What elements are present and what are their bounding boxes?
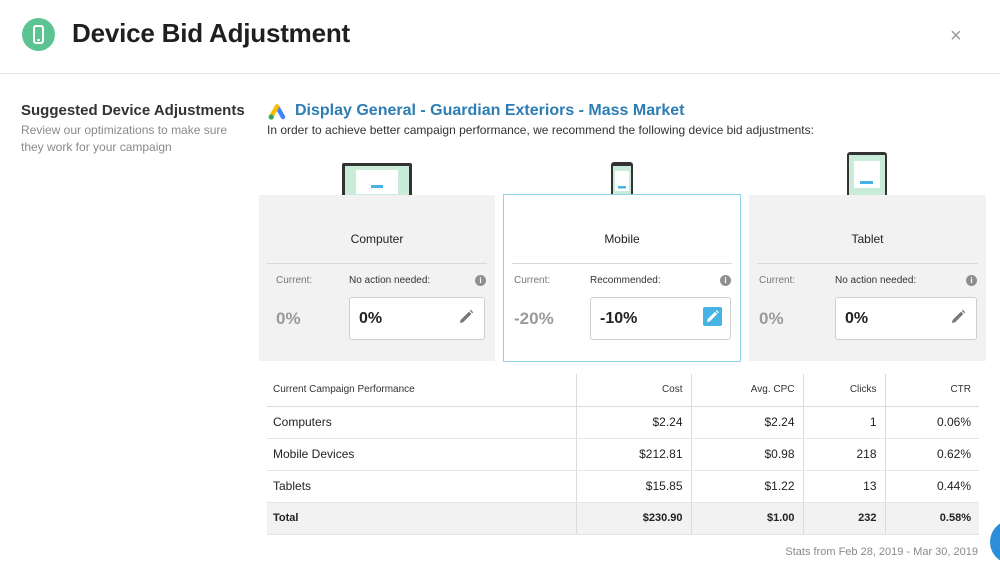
performance-table: Current Campaign Performance Cost Avg. C…: [267, 374, 979, 535]
current-value: 0%: [759, 309, 784, 328]
current-label: Current:: [514, 275, 551, 286]
table-row: Mobile Devices $212.81 $0.98 218 0.62%: [267, 438, 979, 471]
column-header: CTR: [884, 374, 979, 407]
table-cell: 0.58%: [884, 502, 979, 535]
card-divider: [512, 263, 732, 264]
table-cell: $0.98: [690, 438, 803, 471]
bid-adjustment-input[interactable]: 0%: [349, 297, 485, 340]
google-ads-icon: [268, 104, 286, 120]
section-description: Review our optimizations to make sure th…: [21, 123, 228, 154]
bid-value: 0%: [845, 310, 869, 327]
pencil-icon[interactable]: [703, 307, 722, 326]
action-label: Recommended:: [590, 275, 661, 286]
column-header: Clicks: [802, 374, 885, 407]
device-name: Computer: [350, 232, 404, 246]
table-row: Tablets $15.85 $1.22 13 0.44%: [267, 470, 979, 503]
current-label: Current:: [276, 275, 313, 286]
table-cell: $2.24: [690, 406, 803, 439]
stats-date-range: Stats from Feb 28, 2019 - Mar 30, 2019: [785, 546, 978, 558]
device-name: Mobile: [604, 232, 640, 246]
table-header-row: Current Campaign Performance Cost Avg. C…: [267, 374, 979, 407]
table-cell: Computers: [267, 406, 576, 439]
table-cell: $2.24: [575, 406, 691, 439]
table-cell: $15.85: [575, 470, 691, 503]
page-title: Device Bid Adjustment: [72, 18, 351, 48]
table-cell: Total: [267, 502, 576, 535]
table-cell: 218: [802, 438, 885, 471]
table-cell: Tablets: [267, 470, 576, 503]
info-icon[interactable]: i: [966, 275, 977, 286]
current-label: Current:: [759, 275, 796, 286]
intro-text: In order to achieve better campaign perf…: [267, 123, 814, 137]
column-header: Cost: [575, 374, 691, 407]
action-label: No action needed:: [835, 275, 917, 286]
close-icon[interactable]: ×: [950, 24, 962, 48]
table-cell: 0.44%: [884, 470, 979, 503]
device-card-computer[interactable]: Computer Current: 0% No action needed: i…: [259, 195, 495, 361]
bid-adjustment-input[interactable]: -10%: [590, 297, 731, 340]
section-title: Suggested Device Adjustments: [21, 102, 245, 119]
pencil-icon[interactable]: [950, 309, 966, 325]
campaign-name-link[interactable]: Display General - Guardian Exteriors - M…: [295, 102, 684, 120]
table-cell: 1: [802, 406, 885, 439]
bid-value: 0%: [359, 310, 383, 327]
table-cell: $230.90: [575, 502, 691, 535]
pencil-icon[interactable]: [458, 309, 474, 325]
current-value: -20%: [514, 309, 554, 328]
modal-header: Device Bid Adjustment ×: [0, 0, 1000, 74]
table-cell: $212.81: [575, 438, 691, 471]
current-value: 0%: [276, 309, 301, 328]
table-cell: $1.00: [690, 502, 803, 535]
table-cell: $1.22: [690, 470, 803, 503]
mobile-phone-icon: [22, 18, 55, 51]
card-divider: [267, 263, 487, 264]
table-cell: 0.62%: [884, 438, 979, 471]
table-row: Computers $2.24 $2.24 1 0.06%: [267, 406, 979, 439]
device-card-tablet[interactable]: Tablet Current: 0% No action needed: i 0…: [749, 195, 986, 361]
bid-value: -10%: [600, 310, 638, 327]
table-total-row: Total $230.90 $1.00 232 0.58%: [267, 502, 979, 535]
bid-adjustment-input[interactable]: 0%: [835, 297, 977, 340]
table-cell: Mobile Devices: [267, 438, 576, 471]
table-cell: 232: [802, 502, 885, 535]
device-card-mobile[interactable]: Mobile Current: -20% Recommended: i -10%: [503, 194, 741, 362]
info-icon[interactable]: i: [720, 275, 731, 286]
card-divider: [757, 263, 978, 264]
table-cell: 13: [802, 470, 885, 503]
info-icon[interactable]: i: [475, 275, 486, 286]
table-cell: 0.06%: [884, 406, 979, 439]
device-name: Tablet: [851, 232, 884, 246]
action-label: No action needed:: [349, 275, 431, 286]
column-header: Avg. CPC: [690, 374, 803, 407]
column-header: Current Campaign Performance: [267, 374, 576, 407]
chat-help-button[interactable]: [990, 520, 1000, 564]
